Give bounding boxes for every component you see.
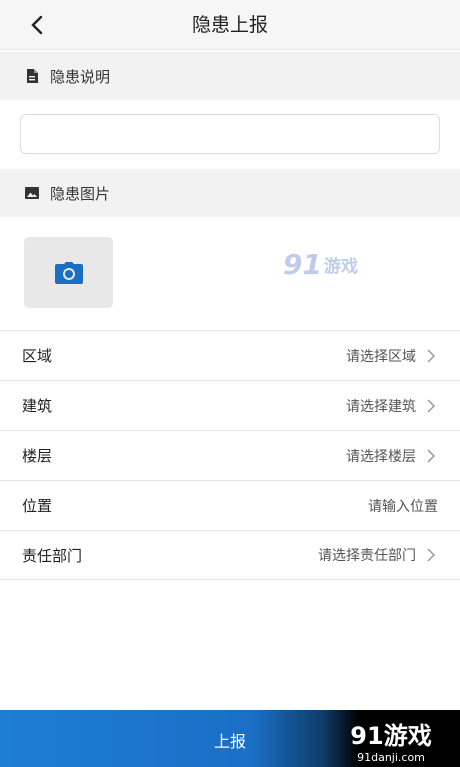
document-icon — [24, 68, 40, 84]
row-label: 责任部门 — [22, 546, 83, 565]
row-value: 请选择责任部门 — [318, 548, 416, 564]
chevron-right-icon — [424, 398, 438, 413]
image-section-header: 隐患图片 — [0, 169, 460, 217]
description-section-label: 隐患说明 — [50, 67, 111, 86]
watermark-domain: 91danji.com — [357, 751, 425, 764]
page-title: 隐患上报 — [191, 14, 268, 36]
row-value: 请选择楼层 — [346, 448, 416, 465]
add-photo-button[interactable] — [24, 237, 113, 308]
image-icon — [24, 185, 40, 201]
row-value: 请选择建筑 — [346, 398, 416, 415]
chevron-right-icon — [424, 348, 438, 363]
description-section-header: 隐患说明 — [0, 52, 460, 100]
watermark-text-bottom: 游戏 — [383, 722, 432, 750]
row-label: 楼层 — [22, 447, 53, 465]
row-label: 位置 — [22, 497, 53, 515]
row-label: 区域 — [22, 347, 53, 365]
row-label: 建筑 — [22, 397, 53, 415]
row-floor[interactable]: 楼层 请选择楼层 — [0, 430, 460, 480]
row-value: 请选择区域 — [346, 348, 416, 365]
app-header: 隐患上报 — [0, 0, 460, 50]
row-location[interactable]: 位置 请输入位置 — [0, 480, 460, 530]
hazard-description-input[interactable] — [20, 114, 440, 154]
bottom-watermark: 91游戏 91danji.com — [336, 716, 446, 764]
row-area[interactable]: 区域 请选择区域 — [0, 330, 460, 380]
image-section-label: 隐患图片 — [50, 184, 111, 203]
camera-icon — [54, 261, 84, 285]
row-building[interactable]: 建筑 请选择建筑 — [0, 380, 460, 430]
chevron-right-icon — [424, 448, 438, 463]
watermark-number-bottom: 91 — [350, 722, 384, 750]
row-department[interactable]: 责任部门 请选择责任部门 — [0, 530, 460, 580]
form-rows: 区域 请选择区域 建筑 请选择建筑 楼层 请选择楼层 位置 请输入位置 责任部门… — [0, 330, 460, 580]
site-watermark: 91 游戏 — [283, 244, 393, 284]
watermark-number: 91 — [283, 247, 322, 281]
chevron-right-icon — [424, 548, 438, 562]
location-input[interactable]: 请输入位置 — [368, 496, 438, 516]
watermark-text: 游戏 — [323, 256, 358, 277]
